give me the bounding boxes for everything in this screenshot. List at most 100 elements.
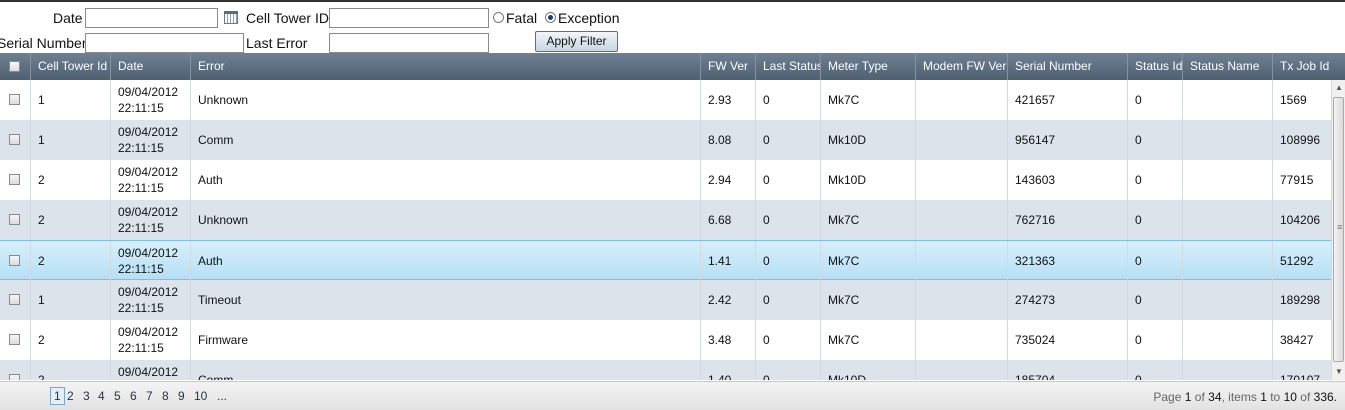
exception-radio[interactable] xyxy=(545,12,556,23)
calendar-icon[interactable] xyxy=(224,11,238,24)
cell-last-status: 0 xyxy=(755,320,820,360)
cell-modem-fw-ver xyxy=(915,241,1007,281)
cell-serial-number: 762716 xyxy=(1007,200,1127,240)
page-link-10[interactable]: 10 xyxy=(194,389,207,403)
grip-icon: ≡ xyxy=(1337,222,1343,232)
cell-tx-job-id: 189298 xyxy=(1272,280,1331,320)
serial-number-input[interactable] xyxy=(85,33,244,53)
cell-status-name xyxy=(1182,80,1272,120)
page-link-8[interactable]: 8 xyxy=(162,389,169,403)
page-link-3[interactable]: 3 xyxy=(83,389,90,403)
cell-date-day: 09/04/2012 xyxy=(118,205,179,219)
page-link-1[interactable]: 1 xyxy=(50,387,65,405)
cell-status-name xyxy=(1182,160,1272,200)
scroll-down-icon[interactable]: ▼ xyxy=(1335,368,1343,376)
page-link-more[interactable]: ... xyxy=(217,389,227,403)
cell-tx-job-id: 108996 xyxy=(1272,120,1331,160)
fatal-radio[interactable] xyxy=(493,12,504,23)
cell-date: 09/04/2012 22:11:15 xyxy=(110,120,190,160)
cell-cell-tower-id: 1 xyxy=(30,280,110,320)
select-all-checkbox[interactable] xyxy=(9,61,20,72)
cell-status-id: 0 xyxy=(1127,200,1182,240)
exception-label[interactable]: Exception xyxy=(558,10,619,26)
table-row[interactable]: 2 09/04/2012 22:11:15 Auth 1.41 0 Mk7C 321363 0 5… xyxy=(0,240,1331,281)
scroll-thumb[interactable]: ≡ xyxy=(1333,97,1344,362)
cell-date-day: 09/04/2012 xyxy=(118,165,179,179)
table-row[interactable]: 2 09/04/2012 22:11:15 Auth 2.94 0 Mk10D 143603 0… xyxy=(0,160,1331,200)
apply-filter-button[interactable]: Apply Filter xyxy=(535,31,618,52)
column-header-cell-tower-id[interactable]: Cell Tower Id xyxy=(30,53,110,80)
cell-modem-fw-ver xyxy=(915,160,1007,200)
column-header-status-id[interactable]: Status Id xyxy=(1127,53,1182,80)
cell-status-id: 0 xyxy=(1127,241,1182,281)
cell-serial-number: 274273 xyxy=(1007,280,1127,320)
pager: 1 2 3 4 5 6 7 8 9 10... Page 1 of 34, items 1 to … xyxy=(0,381,1345,410)
pager-info-to-word: to xyxy=(1270,390,1281,404)
cell-tower-id-label: Cell Tower ID xyxy=(246,10,329,26)
cell-last-status: 0 xyxy=(755,280,820,320)
cell-date-day: 09/04/2012 xyxy=(118,246,179,260)
table-row[interactable]: 1 09/04/2012 22:11:15 Timeout 2.42 0 Mk7C 27427… xyxy=(0,280,1331,320)
last-error-input[interactable] xyxy=(329,33,489,53)
cell-tx-job-id: 1569 xyxy=(1272,80,1331,120)
cell-status-name xyxy=(1182,280,1272,320)
cell-date-day: 09/04/2012 xyxy=(118,85,179,99)
cell-modem-fw-ver xyxy=(915,80,1007,120)
table-row[interactable]: 1 09/04/2012 22:11:15 Unknown 2.93 0 Mk7C 42165… xyxy=(0,80,1331,120)
column-header-meter-type[interactable]: Meter Type xyxy=(820,53,915,80)
page-link-2[interactable]: 2 xyxy=(67,389,74,403)
grid-body: 1 09/04/2012 22:11:15 Unknown 2.93 0 Mk7C 42165… xyxy=(0,80,1331,380)
column-header-modem-fw-ver[interactable]: Modem FW Ver xyxy=(915,53,1007,80)
pager-info-total-items: 336. xyxy=(1313,390,1337,404)
row-checkbox[interactable] xyxy=(9,334,20,345)
table-row[interactable]: 2 09/04/2012 22:11:15 Firmware 3.48 0 Mk7C 7350… xyxy=(0,320,1331,360)
cell-fw-ver: 3.48 xyxy=(700,320,755,360)
row-checkbox[interactable] xyxy=(9,294,20,305)
cell-fw-ver: 2.94 xyxy=(700,160,755,200)
page-link-9[interactable]: 9 xyxy=(178,389,185,403)
vertical-scrollbar[interactable]: ▲ ≡ ▼ xyxy=(1331,80,1345,380)
cell-status-name xyxy=(1182,320,1272,360)
cell-status-name xyxy=(1182,360,1272,380)
column-header-tx-job-id[interactable]: Tx Job Id xyxy=(1272,53,1345,80)
table-row[interactable]: 209/04/201222:11:15Comm1.400Mk10D1857040… xyxy=(0,360,1331,380)
cell-modem-fw-ver xyxy=(915,360,1007,380)
row-checkbox[interactable] xyxy=(9,134,20,145)
row-checkbox[interactable] xyxy=(9,214,20,225)
column-header-fw-ver[interactable]: FW Ver xyxy=(700,53,755,80)
cell-date: 09/04/2012 22:11:15 xyxy=(110,320,190,360)
cell-last-status: 0 xyxy=(755,241,820,281)
cell-tower-id-input[interactable] xyxy=(329,8,489,28)
column-header-last-status[interactable]: Last Status xyxy=(755,53,820,80)
cell-modem-fw-ver xyxy=(915,120,1007,160)
cell-date: 09/04/2012 22:11:15 xyxy=(110,200,190,240)
date-input[interactable] xyxy=(85,8,218,28)
cell-serial-number: 735024 xyxy=(1007,320,1127,360)
cell-cell-tower-id: 1 xyxy=(30,120,110,160)
page-link-5[interactable]: 5 xyxy=(114,389,121,403)
column-header-status-name[interactable]: Status Name xyxy=(1182,53,1272,80)
cell-meter-type: Mk10D xyxy=(820,160,915,200)
cell-fw-ver: 2.42 xyxy=(700,280,755,320)
cell-error: Unknown xyxy=(190,80,700,120)
scroll-up-icon[interactable]: ▲ xyxy=(1335,84,1343,92)
fatal-label[interactable]: Fatal xyxy=(506,10,537,26)
column-header-serial-number[interactable]: Serial Number xyxy=(1007,53,1127,80)
page-link-4[interactable]: 4 xyxy=(98,389,105,403)
page-link-6[interactable]: 6 xyxy=(130,389,137,403)
cell-fw-ver: 2.93 xyxy=(700,80,755,120)
pager-info-to: 10 xyxy=(1283,390,1297,404)
cell-cell-tower-id: 2 xyxy=(30,160,110,200)
row-checkbox[interactable] xyxy=(9,255,20,266)
page-link-7[interactable]: 7 xyxy=(146,389,153,403)
row-checkbox[interactable] xyxy=(9,174,20,185)
row-checkbox[interactable] xyxy=(9,94,20,105)
table-row[interactable]: 1 09/04/2012 22:11:15 Comm 8.08 0 Mk10D 956147 0… xyxy=(0,120,1331,160)
row-checkbox[interactable] xyxy=(9,374,20,380)
pager-info: Page 1 of 34, items 1 to 10 of 336. xyxy=(1153,390,1337,404)
column-header-error[interactable]: Error xyxy=(190,53,700,80)
table-row[interactable]: 2 09/04/2012 22:11:15 Unknown 6.68 0 Mk7C 76271… xyxy=(0,200,1331,240)
pager-info-of-items: of xyxy=(1300,390,1311,404)
cell-serial-number: 185704 xyxy=(1007,360,1127,380)
column-header-date[interactable]: Date xyxy=(110,53,190,80)
